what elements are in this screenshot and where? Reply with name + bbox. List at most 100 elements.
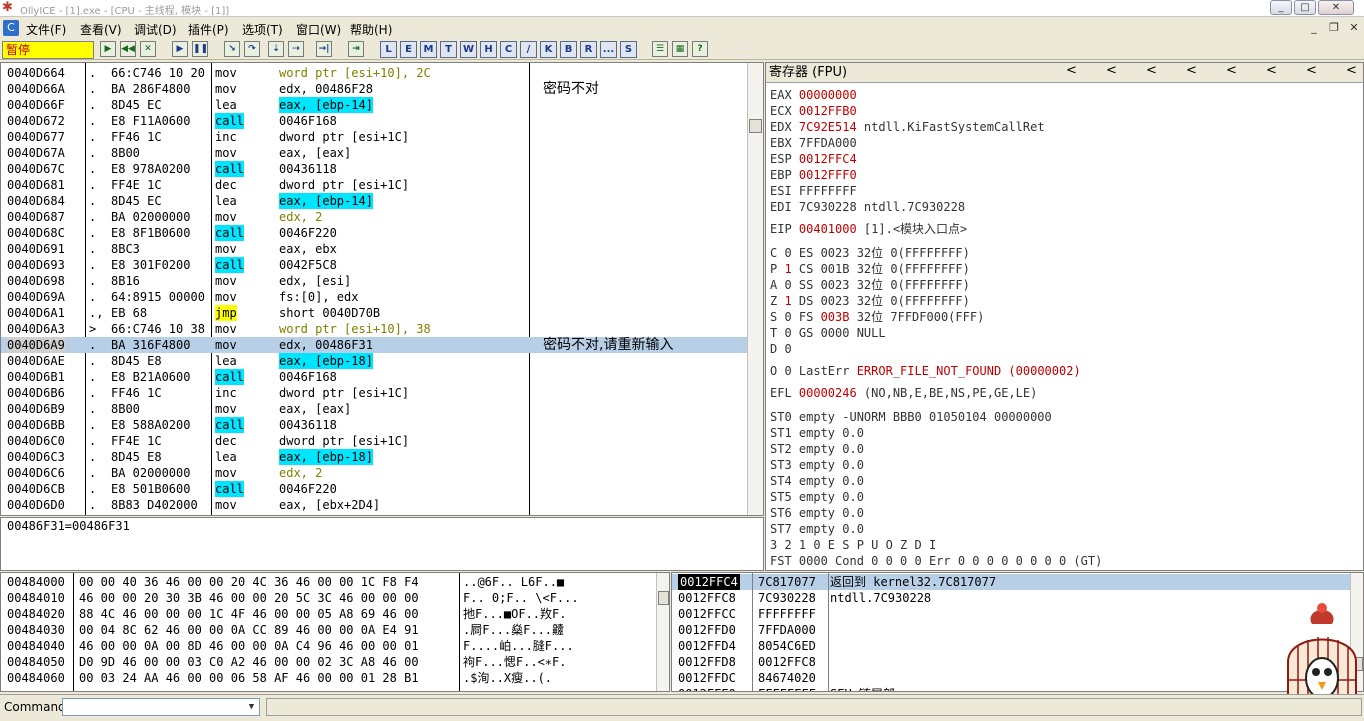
close-program-icon[interactable]: ✕: [140, 41, 156, 57]
register-line[interactable]: EFL 00000246 (NO,NB,E,BE,NS,PE,GE,LE): [770, 385, 1037, 401]
disasm-row[interactable]: 0040D684. 8D45 EC lea eax, [ebp-14]: [1, 193, 747, 209]
stack-row[interactable]: 0012FFC8 7C930228 ntdll.7C930228: [672, 590, 1352, 606]
register-line[interactable]: ST7 empty 0.0: [770, 521, 864, 537]
disasm-row[interactable]: 0040D6AE. 8D45 E8 lea eax, [ebp-18]: [1, 353, 747, 369]
disasm-row[interactable]: 0040D68C. E8 8F1B0600 call 0046F220: [1, 225, 747, 241]
register-line[interactable]: ST0 empty -UNORM BBB0 01050104 00000000: [770, 409, 1052, 425]
disasm-row[interactable]: 0040D693. E8 301F0200 call 0042F5C8: [1, 257, 747, 273]
registers-pane[interactable]: 寄存器 (FPU) < < < < < < < < EAX 00000000 EC…: [765, 62, 1364, 571]
disasm-row[interactable]: 0040D664. 66:C746 10 20 mov word ptr [esi+1…: [1, 65, 747, 81]
disasm-row[interactable]: 0040D6A9. BA 316F4800 mov edx, 00486F31 密码不对…: [1, 337, 747, 353]
stack-row[interactable]: 0012FFCC FFFFFFFF: [672, 606, 1352, 622]
disasm-row[interactable]: 0040D677. FF46 1C inc dword ptr [esi+1C]: [1, 129, 747, 145]
disasm-row[interactable]: 0040D6B6. FF46 1C inc dword ptr [esi+1C]: [1, 385, 747, 401]
help-icon[interactable]: ?: [692, 41, 708, 57]
disasm-row[interactable]: 0040D6C6. BA 02000000 mov edx, 2: [1, 465, 747, 481]
register-line[interactable]: P 1 CS 001B 32位 0(FFFFFFFF): [770, 261, 970, 277]
register-line[interactable]: ESP 0012FFC4: [770, 151, 857, 167]
column-divider[interactable]: [752, 573, 753, 691]
run-icon[interactable]: ▶: [172, 41, 188, 57]
disasm-row[interactable]: 0040D6D0. 8B83 D402000 mov eax, [ebx+2D4]: [1, 497, 747, 513]
register-line[interactable]: Z 1 DS 0023 32位 0(FFFFFFFF): [770, 293, 970, 309]
disasm-row[interactable]: 0040D6BB. E8 588A0200 call 00436118: [1, 417, 747, 433]
disasm-row[interactable]: 0040D6B9. 8B00 mov eax, [eax]: [1, 401, 747, 417]
minimize-button[interactable]: _: [1270, 0, 1292, 15]
register-line[interactable]: ST1 empty 0.0: [770, 425, 864, 441]
threads-window-button[interactable]: T: [440, 41, 457, 58]
stack-row[interactable]: 0012FFD0 7FFDA000: [672, 622, 1352, 638]
maximize-button[interactable]: □: [1294, 0, 1316, 15]
restart-icon[interactable]: ◀◀: [120, 41, 136, 57]
pause-icon[interactable]: ❚❚: [192, 41, 208, 57]
register-line[interactable]: S 0 FS 003B 32位 7FFDF000(FFF): [770, 309, 984, 325]
disassembly-pane[interactable]: 0040D664. 66:C746 10 20 mov word ptr [esi+1…: [0, 62, 764, 516]
register-view-arrow-icon[interactable]: <: [1266, 63, 1277, 78]
handles-window-button[interactable]: H: [480, 41, 497, 58]
disasm-row[interactable]: 0040D6B1. E8 B21A0600 call 0046F168: [1, 369, 747, 385]
column-divider[interactable]: [73, 573, 74, 691]
register-line[interactable]: C 0 ES 0023 32位 0(FFFFFFFF): [770, 245, 970, 261]
disasm-row[interactable]: 0040D6CB. E8 501B0600 call 0046F220: [1, 481, 747, 497]
references-window-button[interactable]: R: [580, 41, 597, 58]
cpu-window-icon[interactable]: C: [3, 20, 19, 36]
menu-plugins[interactable]: 插件(P): [188, 21, 229, 38]
register-line[interactable]: A 0 SS 0023 32位 0(FFFFFFFF): [770, 277, 970, 293]
mdi-minimize-button[interactable]: _: [1304, 20, 1324, 36]
open-icon[interactable]: ▶: [100, 41, 116, 57]
run-trace-button[interactable]: ...: [600, 41, 617, 58]
disasm-row[interactable]: 0040D687. BA 02000000 mov edx, 2: [1, 209, 747, 225]
stack-row[interactable]: 0012FFC4 7C817077 返回到 kernel32.7C817077: [672, 574, 1352, 590]
disasm-row[interactable]: 0040D66F. 8D45 EC lea eax, [ebp-14]: [1, 97, 747, 113]
register-view-arrow-icon[interactable]: <: [1346, 63, 1357, 78]
list-icon[interactable]: ☰: [652, 41, 668, 57]
log-window-button[interactable]: L: [380, 41, 397, 58]
register-line[interactable]: EAX 00000000: [770, 87, 857, 103]
menu-options[interactable]: 选项(T): [242, 21, 283, 38]
register-view-arrow-icon[interactable]: <: [1146, 63, 1157, 78]
register-line[interactable]: EBX 7FFDA000: [770, 135, 857, 151]
stack-row[interactable]: 0012FFDC 84674020: [672, 670, 1352, 686]
disasm-row[interactable]: 0040D681. FF4E 1C dec dword ptr [esi+1C]: [1, 177, 747, 193]
windows-window-button[interactable]: W: [460, 41, 477, 58]
trace-over-icon[interactable]: ⇢: [288, 41, 304, 57]
disasm-row[interactable]: 0040D698. 8B16 mov edx, [esi]: [1, 273, 747, 289]
register-line[interactable]: ST5 empty 0.0: [770, 489, 864, 505]
register-line[interactable]: EDX 7C92E514 ntdll.KiFastSystemCallRet: [770, 119, 1045, 135]
register-line[interactable]: ST6 empty 0.0: [770, 505, 864, 521]
disasm-row[interactable]: 0040D6A3 >66:C746 10 38 mov word ptr [esi+1…: [1, 321, 747, 337]
register-view-arrow-icon[interactable]: <: [1186, 63, 1197, 78]
register-line[interactable]: T 0 GS 0000 NULL: [770, 325, 886, 341]
modules-window-button[interactable]: E: [400, 41, 417, 58]
register-line[interactable]: ST3 empty 0.0: [770, 457, 864, 473]
register-line[interactable]: FCW 027F Prec NEAR,53 掩码 1 1 1 1 1 1: [770, 569, 1040, 570]
chevron-down-icon[interactable]: ▼: [244, 699, 259, 715]
command-input[interactable]: [62, 698, 260, 716]
register-line[interactable]: ST2 empty 0.0: [770, 441, 864, 457]
breakpoints-window-button[interactable]: B: [560, 41, 577, 58]
patches-window-button[interactable]: /: [520, 41, 537, 58]
register-view-arrow-icon[interactable]: <: [1066, 63, 1077, 78]
register-line[interactable]: EIP 00401000 [1].<模块入口点>: [770, 221, 967, 237]
disasm-row[interactable]: 0040D69A. 64:8915 00000 mov fs:[0], edx: [1, 289, 747, 305]
stack-row[interactable]: 0012FFE0 FFFFFFFF SEH 链尾部: [672, 686, 1352, 691]
disasm-row[interactable]: 0040D691. 8BC3 mov eax, ebx: [1, 241, 747, 257]
register-line[interactable]: EDI 7C930228 ntdll.7C930228: [770, 199, 965, 215]
register-view-arrow-icon[interactable]: <: [1306, 63, 1317, 78]
stack-row[interactable]: 0012FFD8 0012FFC8: [672, 654, 1352, 670]
memory-window-button[interactable]: M: [420, 41, 437, 58]
disasm-scroll-thumb[interactable]: [749, 119, 762, 133]
menu-file[interactable]: 文件(F): [26, 21, 66, 38]
grid-icon[interactable]: ▦: [672, 41, 688, 57]
menu-view[interactable]: 查看(V): [80, 21, 122, 38]
trace-into-icon[interactable]: ⇣: [268, 41, 284, 57]
register-line[interactable]: 3 2 1 0 E S P U O Z D I: [770, 537, 936, 553]
register-line[interactable]: D 0: [770, 341, 792, 357]
disasm-row[interactable]: 0040D6A1., EB 68 jmp short 0040D70B: [1, 305, 747, 321]
stack-pane[interactable]: 0012FFC4 7C817077 返回到 kernel32.7C817077 001…: [671, 572, 1364, 692]
step-into-icon[interactable]: ↘: [224, 41, 240, 57]
disasm-row[interactable]: 0040D67A. 8B00 mov eax, [eax]: [1, 145, 747, 161]
menu-help[interactable]: 帮助(H): [350, 21, 392, 38]
go-to-address-icon[interactable]: ⇥: [348, 41, 364, 57]
disasm-row[interactable]: 0040D6C3. 8D45 E8 lea eax, [ebp-18]: [1, 449, 747, 465]
register-line[interactable]: ECX 0012FFB0: [770, 103, 857, 119]
